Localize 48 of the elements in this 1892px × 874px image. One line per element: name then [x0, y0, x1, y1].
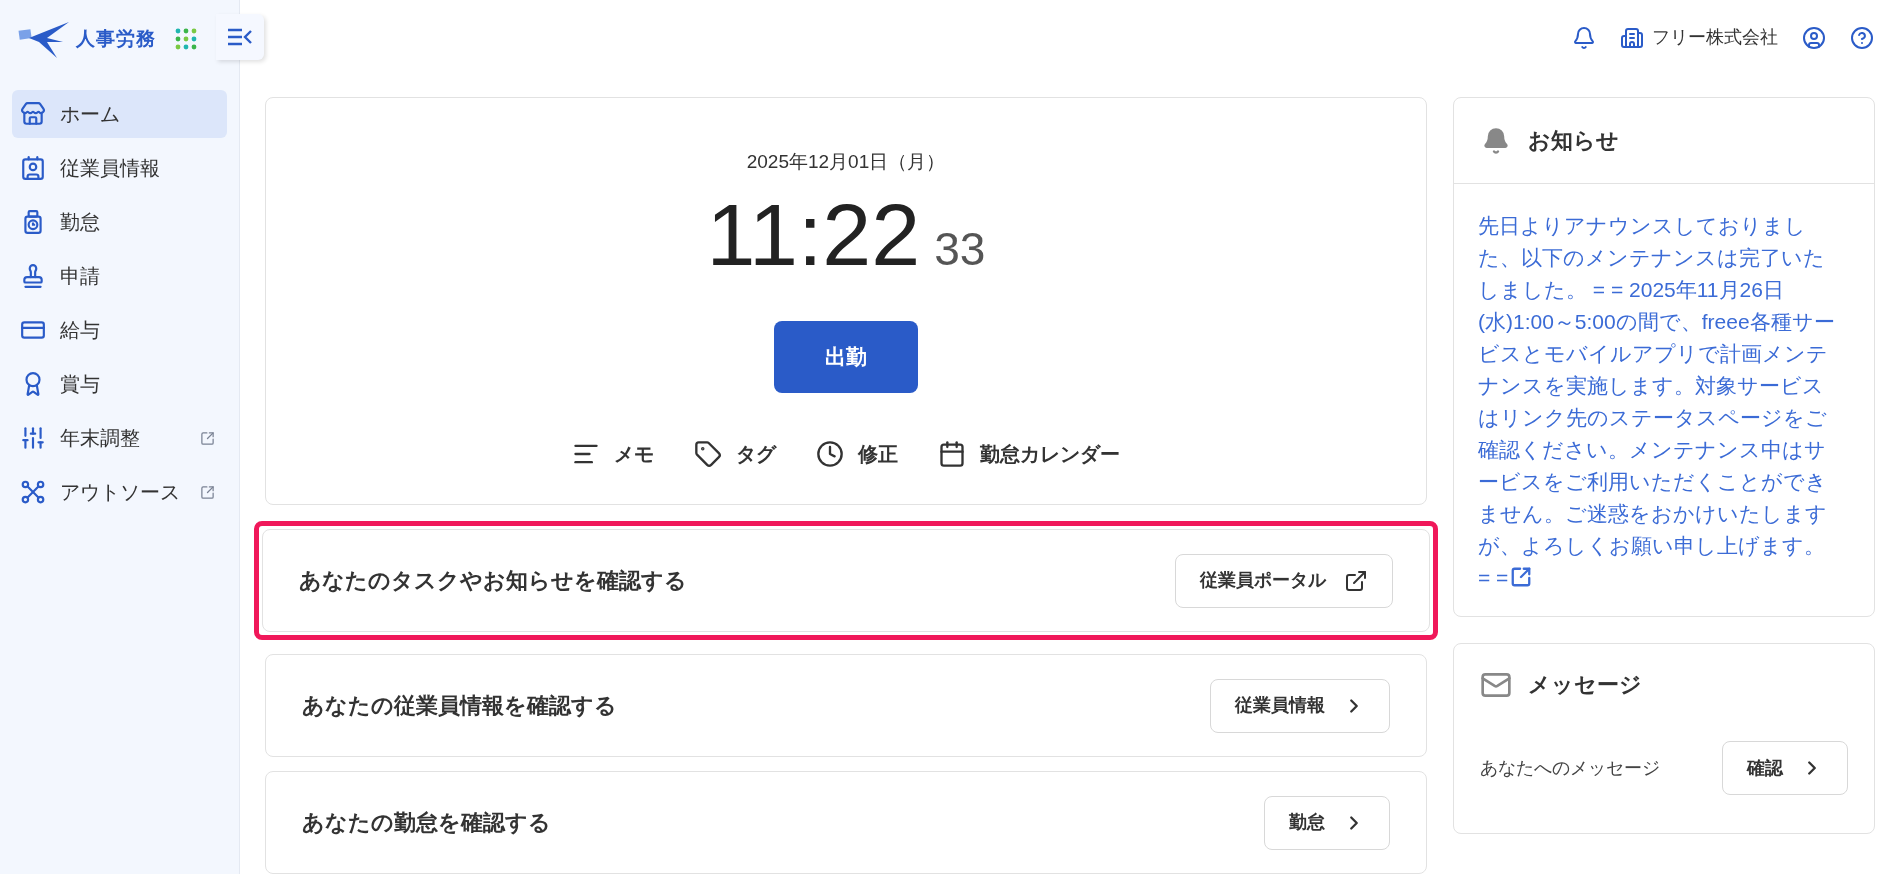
external-link-icon — [1344, 568, 1368, 593]
notice-link[interactable]: 先日よりアナウンスしておりました、以下のメンテナンスは完了いたしました。 = = 2025年11月26日(水)1:00～5:00の間で、freee各種サービスとモバイルアプリで計画メンテナンスを実施します。対象サービスはリンク先のステータスページをご確認ください。メンテナンス中はサービスをご利用いただくことができません。ご迷惑をおかけいたしますが、よろしくお願い申し上げます。 = = — [1478, 210, 1838, 594]
bell-icon — [1482, 126, 1510, 155]
collapse-sidebar-button[interactable] — [216, 14, 264, 60]
date-text: 2025年12月01日（月） — [746, 150, 946, 174]
card-button[interactable]: 従業員ポータル — [1175, 553, 1393, 608]
action-link[interactable]: 修正 — [816, 438, 898, 469]
nav-item[interactable]: 従業員情報 — [12, 144, 227, 192]
account-icon[interactable] — [1802, 25, 1826, 50]
calendar-icon — [938, 439, 966, 468]
nav-item[interactable]: 給与 — [12, 306, 227, 354]
nav-item[interactable]: 申請 — [12, 252, 227, 300]
stamp-icon — [20, 263, 46, 289]
sliders-icon — [20, 425, 46, 451]
clock-in-button[interactable]: 出勤 — [774, 320, 918, 393]
message-text: あなたへのメッセージ — [1480, 756, 1660, 780]
confirm-button[interactable]: 確認 — [1722, 741, 1848, 795]
collapse-icon — [227, 27, 253, 47]
notice-title: お知らせ — [1528, 127, 1619, 155]
nav-item[interactable]: ホーム — [12, 90, 227, 138]
card-text: あなたのタスクやお知らせを確認する — [299, 567, 687, 595]
card-button[interactable]: 従業員情報 — [1210, 678, 1390, 733]
clock-time: 11:22 — [706, 184, 921, 285]
clock-seconds: 33 — [934, 221, 986, 277]
nav-item[interactable]: 勤怠 — [12, 198, 227, 246]
clock-icon — [816, 439, 844, 468]
action-link[interactable]: タグ — [694, 438, 776, 469]
store-icon — [20, 101, 46, 127]
company-name[interactable]: フリー株式会社 — [1652, 24, 1778, 51]
notification-bell-icon[interactable] — [1572, 25, 1596, 50]
card-text: あなたの従業員情報を確認する — [302, 692, 617, 720]
action-link[interactable]: 勤怠カレンダー — [938, 438, 1120, 469]
app-name: 人事労務 — [76, 26, 156, 51]
id-card-icon — [20, 155, 46, 181]
help-icon[interactable] — [1850, 25, 1874, 50]
network-icon — [20, 479, 46, 505]
building-icon — [1620, 25, 1644, 50]
nav-item[interactable]: アウトソース — [12, 468, 227, 516]
nav-item[interactable]: 年末調整 — [12, 414, 227, 462]
external-link-icon — [200, 430, 215, 446]
card-text: あなたの勤怠を確認する — [302, 809, 551, 837]
message-title: メッセージ — [1528, 671, 1642, 699]
card-button[interactable]: 勤怠 — [1264, 795, 1390, 850]
action-link[interactable]: メモ — [572, 438, 654, 469]
nav-item[interactable]: 賞与 — [12, 360, 227, 408]
external-link-icon — [200, 484, 215, 500]
external-link-icon — [1510, 566, 1533, 588]
tag-icon — [694, 439, 722, 468]
